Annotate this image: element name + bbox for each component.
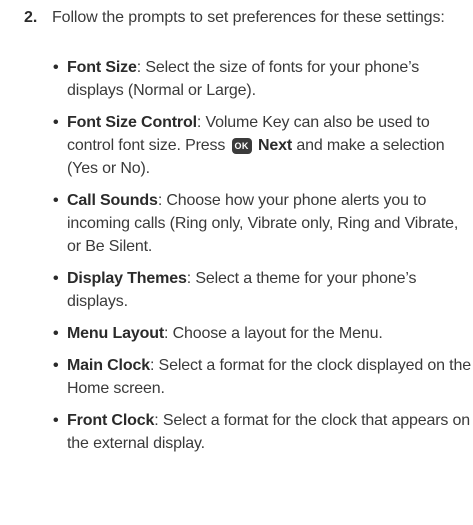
list-item-display-themes: • Display Themes: Select a theme for your… <box>52 267 472 313</box>
term-main-clock: Main Clock <box>67 357 150 374</box>
list-item-menu-layout: • Menu Layout: Choose a layout for the Me… <box>52 322 472 345</box>
term-font-size: Font Size <box>67 59 137 76</box>
list-item-main-clock: • Main Clock: Select a format for the clo… <box>52 354 472 400</box>
bullet-icon: • <box>53 114 59 131</box>
bullet-icon: • <box>53 412 59 429</box>
bullet-icon: • <box>53 325 59 342</box>
description-menu-layout: : Choose a layout for the Menu. <box>164 325 383 342</box>
term-font-size-control: Font Size Control <box>67 114 197 131</box>
term-call-sounds: Call Sounds <box>67 192 158 209</box>
list-item-font-size: • Font Size: Select the size of fonts for… <box>52 56 472 102</box>
bullet-icon: • <box>53 270 59 287</box>
term-display-themes: Display Themes <box>67 270 187 287</box>
list-item-font-size-control: • Font Size Control: Volume Key can also … <box>52 111 472 180</box>
settings-list: • Font Size: Select the size of fonts for… <box>52 56 472 464</box>
step-number: 2. <box>24 9 38 26</box>
bullet-icon: • <box>53 192 59 209</box>
ok-key-icon: OK <box>231 138 252 154</box>
step-intro: Follow the prompts to set preferences fo… <box>52 9 445 26</box>
instruction-step: 2. Follow the prompts to set preferences… <box>0 0 473 525</box>
list-item-call-sounds: • Call Sounds: Choose how your phone aler… <box>52 189 472 258</box>
term-front-clock: Front Clock <box>67 412 155 429</box>
list-item-front-clock: • Front Clock: Select a format for the cl… <box>52 409 472 455</box>
next-label: Next <box>257 137 293 154</box>
bullet-icon: • <box>53 59 59 76</box>
term-menu-layout: Menu Layout <box>67 325 165 342</box>
bullet-icon: • <box>53 357 59 374</box>
